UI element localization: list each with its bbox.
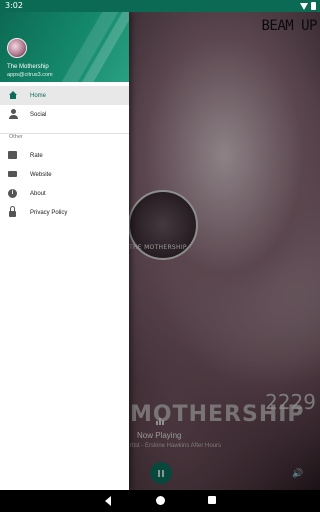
navigation-drawer: The Mothership apps@citrus3.com Home Soc… — [0, 12, 129, 490]
drawer-item-label: About — [30, 190, 46, 197]
header-name: The Mothership — [7, 64, 49, 70]
status-icons — [300, 2, 316, 10]
home-icon-base — [10, 95, 16, 99]
header-email: apps@citrus3.com — [7, 72, 53, 78]
status-bar: 3:02 — [0, 0, 320, 12]
lock-icon-body — [9, 211, 16, 217]
drawer-item-rate[interactable]: Rate — [0, 146, 129, 165]
person-icon-body — [9, 115, 18, 119]
drawer-header: The Mothership apps@citrus3.com — [0, 12, 129, 82]
system-navigation-bar — [0, 490, 320, 512]
info-icon: i — [8, 189, 17, 198]
drawer-item-website[interactable]: Website — [0, 165, 129, 184]
drawer-item-privacy-policy[interactable]: Privacy Policy — [0, 203, 129, 222]
back-icon[interactable] — [105, 496, 111, 506]
drawer-item-label: Home — [30, 92, 47, 99]
section-label-other: Other — [9, 134, 23, 140]
drawer-item-label: Rate — [30, 152, 43, 159]
drawer-item-label: Website — [30, 171, 52, 178]
drawer-item-label: Privacy Policy — [30, 209, 68, 216]
rate-icon — [8, 151, 17, 159]
drawer-scrim[interactable] — [129, 12, 320, 490]
avatar[interactable] — [7, 38, 27, 58]
status-time: 3:02 — [5, 1, 23, 10]
recents-icon[interactable] — [208, 496, 216, 504]
person-icon — [11, 109, 16, 114]
battery-icon — [311, 2, 316, 10]
drawer-item-social[interactable]: Social — [0, 105, 129, 124]
drawer-item-home[interactable]: Home — [0, 86, 129, 105]
home-button-icon[interactable] — [156, 496, 165, 505]
drawer-item-about[interactable]: i About — [0, 184, 129, 203]
wifi-icon — [300, 2, 308, 10]
drawer-item-label: Social — [30, 111, 47, 118]
website-icon — [8, 171, 17, 177]
